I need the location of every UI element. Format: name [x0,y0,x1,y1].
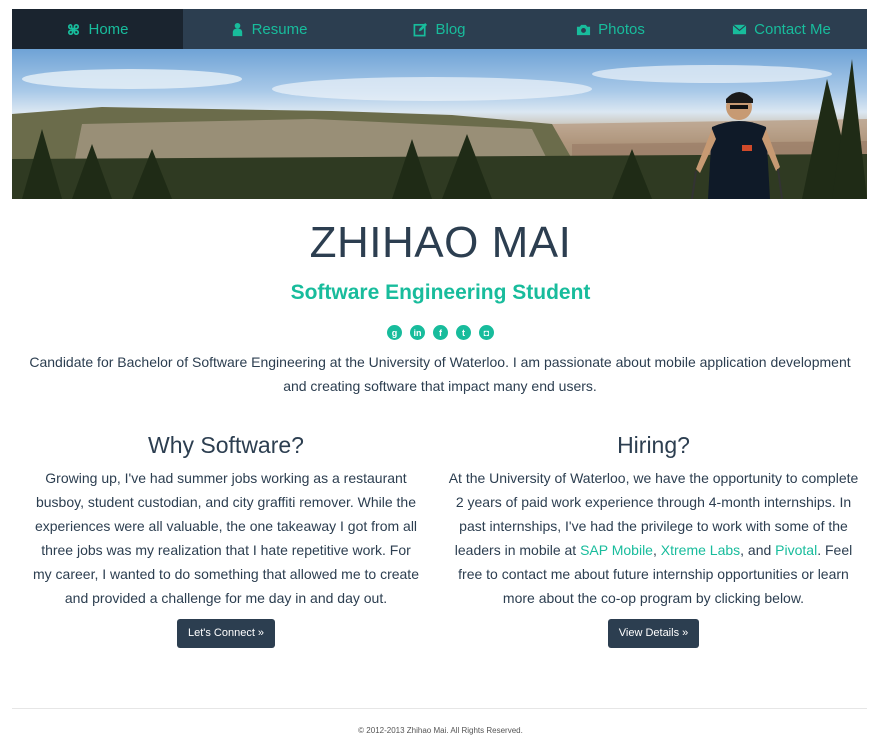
nav-contact[interactable]: Contact Me [696,9,867,49]
why-software-section: Why Software? Growing up, I've had summe… [30,430,422,648]
banner-photo [12,49,867,199]
goodreads-icon[interactable]: g [387,325,402,340]
intro-text: Candidate for Bachelor of Software Engin… [29,354,851,394]
view-details-button[interactable]: View Details » [607,619,700,648]
why-software-heading: Why Software? [148,432,304,458]
hiring-sep2: , and [740,542,776,558]
why-software-text: Growing up, I've had summer jobs working… [33,470,419,606]
sap-mobile-link[interactable]: SAP Mobile [580,542,653,558]
nav-photos[interactable]: Photos [525,9,696,49]
pivotal-link[interactable]: Pivotal [775,542,817,558]
page-title: ZHIHAO MAI [309,218,572,267]
xtreme-labs-link[interactable]: Xtreme Labs [661,542,740,558]
instagram-icon[interactable]: ◘ [479,325,494,340]
nav-resume-label: Resume [251,20,308,38]
nav-blog[interactable]: Blog [354,9,525,49]
hiring-heading: Hiring? [617,432,690,458]
nav-blog-label: Blog [435,20,466,38]
lets-connect-button[interactable]: Let's Connect » [176,619,276,648]
facebook-icon[interactable]: f [433,325,448,340]
camera-icon [576,22,591,37]
main-navbar: Home Resume Blog Photos Contact Me [12,9,867,49]
nav-photos-label: Photos [598,20,645,38]
nav-home-label: Home [88,20,129,38]
command-icon [66,22,81,37]
edit-icon [413,22,428,37]
twitter-icon[interactable]: t [456,325,471,340]
footer-divider [12,708,867,709]
nav-resume[interactable]: Resume [183,9,354,49]
user-icon [230,22,245,37]
nav-home[interactable]: Home [12,9,183,49]
hiring-text: At the University of Waterloo, we have t… [447,466,860,610]
page-subtitle: Software Engineering Student [290,281,591,304]
hiring-section: Hiring? At the University of Waterloo, w… [447,430,860,648]
linkedin-icon[interactable]: in [410,325,425,340]
envelope-icon [732,22,747,37]
page: Home Resume Blog Photos Contact Me ZHIHA… [0,0,881,747]
social-links: g in f t ◘ [0,325,881,340]
footer-copyright: © 2012-2013 Zhihao Mai. All Rights Reser… [358,726,523,735]
hiring-sep1: , [652,542,661,558]
nav-contact-label: Contact Me [754,20,831,38]
